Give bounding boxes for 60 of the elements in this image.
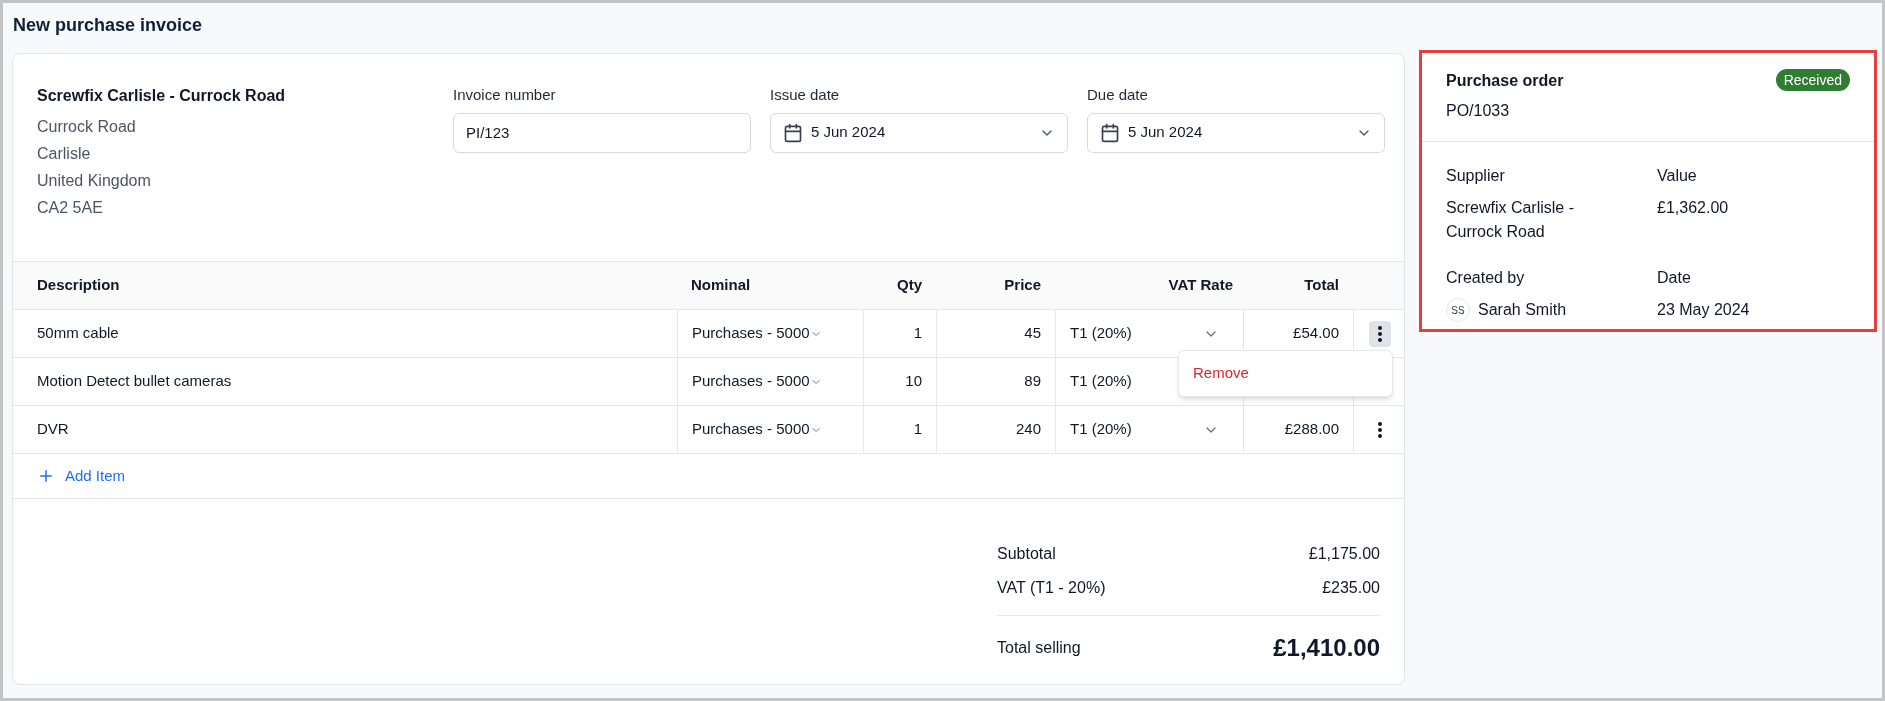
summary-value: £1,175.00 xyxy=(1308,544,1380,564)
address-line: United Kingdom xyxy=(37,171,152,191)
detail-value: Sarah Smith xyxy=(1478,300,1567,320)
address-line: Currock Road xyxy=(37,117,137,137)
detail-label: Created by xyxy=(1446,268,1526,288)
summary-value: £235.00 xyxy=(1322,578,1380,598)
detail-value: Screwfix Carlisle - Currock Road xyxy=(1446,198,1575,242)
qty-field[interactable]: 10 xyxy=(905,370,922,393)
nominal-select[interactable]: Purchases - 5000 xyxy=(692,418,810,441)
detail-label: Date xyxy=(1657,268,1692,288)
field-label: Issue date xyxy=(770,85,840,105)
summary-label: Subtotal xyxy=(997,544,1056,564)
input-field[interactable]: PI/123 xyxy=(453,112,751,153)
column-header: Total xyxy=(1304,275,1339,296)
detail-value: 23 May 2024 xyxy=(1657,300,1751,320)
calendar-icon xyxy=(1100,122,1120,143)
table-cell-text: £54.00 xyxy=(1293,323,1339,344)
total-value: £1,410.00 xyxy=(1273,633,1380,663)
column-header: Qty xyxy=(897,275,922,296)
total-label: Total selling xyxy=(997,638,1081,658)
nominal-select[interactable]: Purchases - 5000 xyxy=(692,322,810,345)
plus-icon xyxy=(37,467,55,485)
menu-item[interactable]: Remove xyxy=(1179,358,1392,389)
more-button[interactable] xyxy=(1368,320,1391,347)
nominal-select[interactable]: Purchases - 5000 xyxy=(692,370,810,393)
vat-select[interactable]: T1 (20%) xyxy=(1070,322,1132,345)
price-field[interactable]: 89 xyxy=(1024,370,1041,393)
field-label: Due date xyxy=(1087,85,1148,105)
column-header: VAT Rate xyxy=(1168,275,1233,296)
price-field[interactable]: 240 xyxy=(1015,418,1041,441)
field-label: Invoice number xyxy=(453,85,556,105)
column-header: Nominal xyxy=(691,275,751,296)
vat-select[interactable]: T1 (20%) xyxy=(1070,418,1132,441)
column-header: Description xyxy=(37,275,120,296)
summary-label: VAT (T1 - 20%) xyxy=(997,578,1106,598)
detail-value: £1,362.00 xyxy=(1657,198,1730,218)
page-title: New purchase invoice xyxy=(13,14,204,37)
qty-field[interactable]: 1 xyxy=(913,418,922,441)
address-line: Carlisle xyxy=(37,144,92,164)
po-number: PO/1033 xyxy=(1446,101,1511,121)
table-cell-text: £288.00 xyxy=(1284,419,1339,440)
vat-select[interactable]: T1 (20%) xyxy=(1070,370,1132,393)
status-badge: Received xyxy=(1775,69,1850,91)
table-cell-text: 50mm cable xyxy=(37,323,119,344)
detail-label: Value xyxy=(1657,166,1698,186)
qty-field[interactable]: 1 xyxy=(913,322,922,345)
date-picker[interactable]: 5 Jun 2024 xyxy=(770,112,1068,153)
more-icon xyxy=(1377,421,1382,438)
detail-label: Supplier xyxy=(1446,166,1506,186)
supplier-name: Screwfix Carlisle - Currock Road xyxy=(37,86,287,106)
panel-title: Purchase order xyxy=(1446,71,1564,91)
column-header: Price xyxy=(1004,275,1041,296)
add-item-button[interactable]: Add Item xyxy=(37,464,126,488)
date-picker[interactable]: 5 Jun 2024 xyxy=(1087,112,1385,153)
more-icon xyxy=(1377,325,1382,342)
calendar-icon xyxy=(783,122,803,143)
price-field[interactable]: 45 xyxy=(1024,322,1041,345)
address-line: CA2 5AE xyxy=(37,198,104,218)
table-cell-text: Motion Detect bullet cameras xyxy=(37,371,232,392)
table-cell-text: DVR xyxy=(37,419,69,440)
